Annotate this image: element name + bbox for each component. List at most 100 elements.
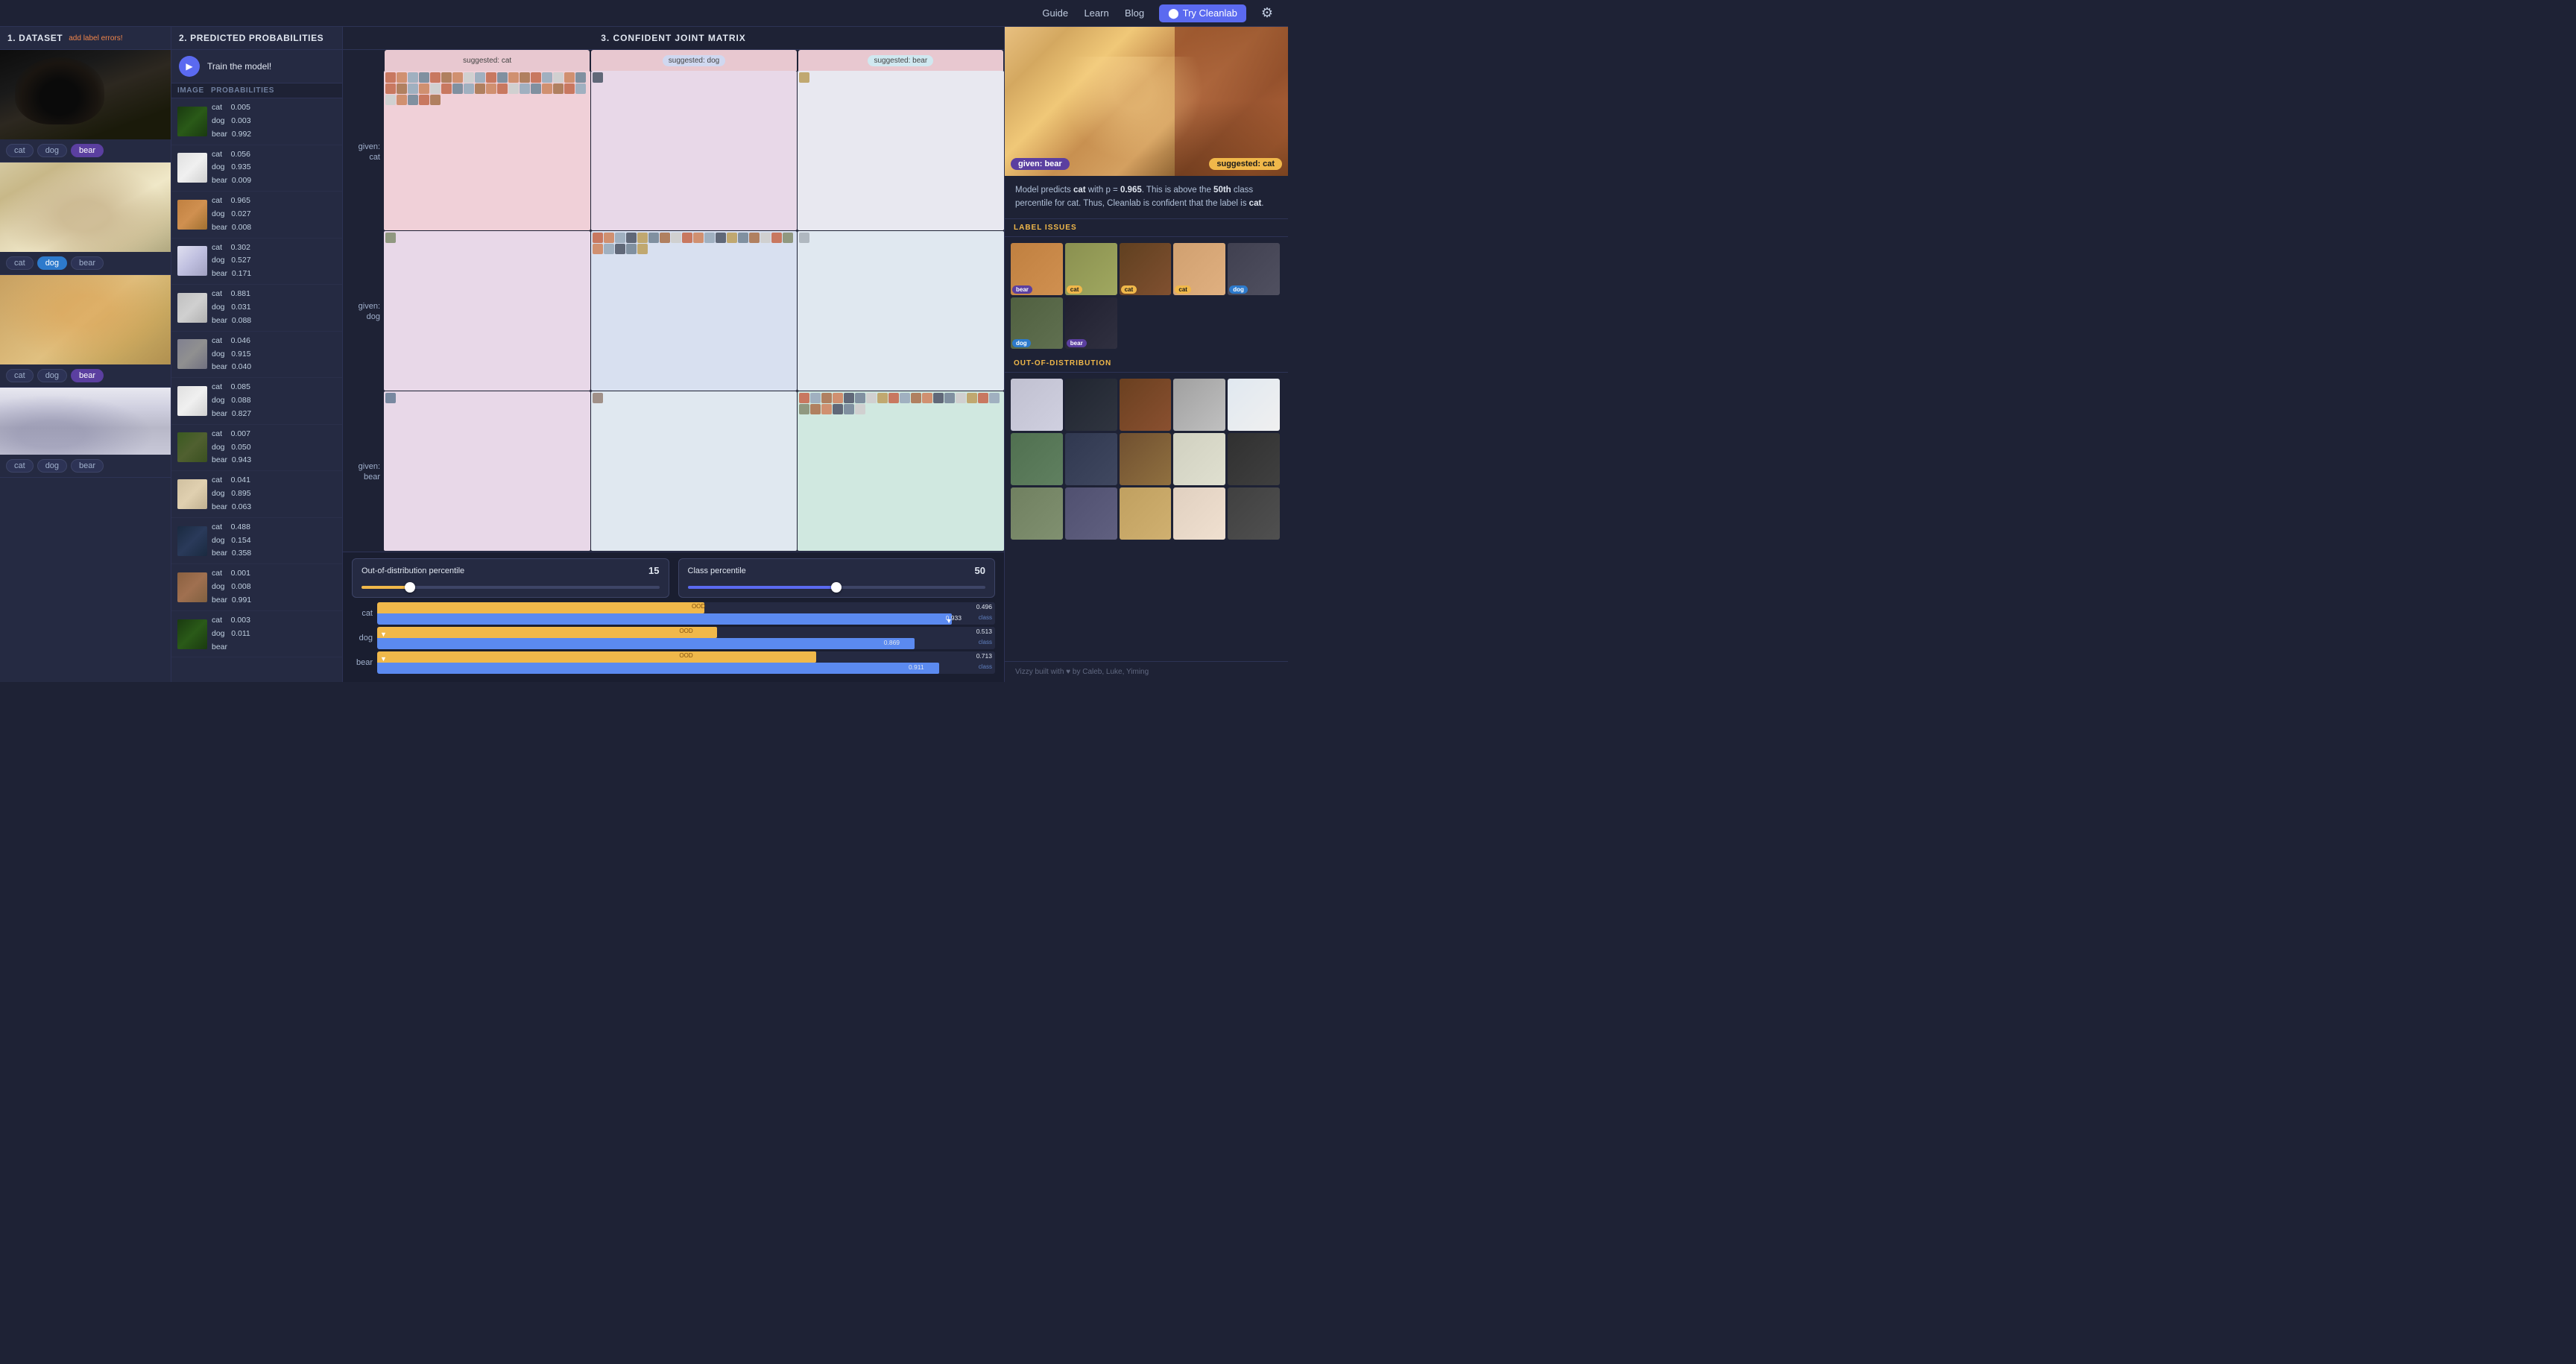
label-bear-1[interactable]: bear	[71, 144, 104, 157]
prob-row-3[interactable]: cat 0.302 dog 0.527 bear 0.171	[171, 239, 342, 285]
ood-item-4[interactable]	[1228, 379, 1280, 431]
ood-bar-cat-label: cat	[352, 609, 373, 618]
dataset-image-dog[interactable]	[0, 162, 171, 252]
label-bear-2[interactable]: bear	[71, 256, 104, 270]
matrix-container: given:cat given:dog given:bear suggested…	[343, 50, 1004, 552]
matrix-grid: suggested: cat suggested: dog suggested:…	[384, 50, 1004, 552]
try-cleanlab-button[interactable]: ⬤ Try Cleanlab	[1159, 4, 1246, 22]
ood-fill-cat	[377, 602, 704, 613]
dataset-image-cat[interactable]	[0, 275, 171, 364]
label-dog-2[interactable]: dog	[37, 256, 67, 270]
ood-item-1[interactable]	[1065, 379, 1117, 431]
ood-item-2[interactable]	[1120, 379, 1172, 431]
prob-values-2: cat 0.965 dog 0.027 bear 0.008	[212, 195, 336, 235]
cell-dog-bear[interactable]	[798, 231, 1004, 391]
issue-item-2[interactable]: cat	[1120, 243, 1172, 295]
prob-thumb-9	[177, 526, 207, 556]
issue-item-5[interactable]: dog	[1011, 297, 1063, 350]
ood-bar-dog-ood-text: OOD	[679, 628, 692, 634]
ood-bar-cat-ood-text: OOD	[692, 603, 705, 610]
cell-cat-bear[interactable]	[798, 71, 1004, 230]
prob-thumb-6	[177, 386, 207, 416]
settings-icon[interactable]: ⚙	[1261, 5, 1273, 21]
ood-item-13[interactable]	[1173, 487, 1225, 540]
prob-row-6[interactable]: cat 0.085 dog 0.088 bear 0.827	[171, 378, 342, 425]
ood-item-14[interactable]	[1228, 487, 1280, 540]
prob-row-7[interactable]: cat 0.007 dog 0.050 bear 0.943	[171, 425, 342, 472]
ood-percentile-slider[interactable]	[362, 586, 660, 589]
ood-bar-cat-class: class 0.933 ▼	[377, 613, 995, 625]
dataset-subtitle: add label errors!	[69, 34, 122, 42]
cell-bear-cat[interactable]	[384, 391, 590, 551]
class-percentile-slider[interactable]	[688, 586, 986, 589]
prediction-text: Model predicts cat with p = 0.965. This …	[1005, 176, 1288, 219]
label-bear-4[interactable]: bear	[71, 459, 104, 473]
prob-thumb-1	[177, 153, 207, 183]
prob-row-9[interactable]: cat 0.488 dog 0.154 bear 0.358	[171, 518, 342, 565]
cell-dog-dog[interactable]	[591, 231, 798, 391]
label-dog-1[interactable]: dog	[37, 144, 67, 157]
ood-item-12[interactable]	[1120, 487, 1172, 540]
issue-item-6[interactable]: bear	[1065, 297, 1117, 350]
row-label-cat: given:cat	[347, 142, 380, 163]
issue-item-0[interactable]: bear	[1011, 243, 1063, 295]
cell-cat-cat[interactable]	[384, 71, 590, 230]
train-model-button[interactable]: ▶	[179, 56, 200, 77]
ood-item-8[interactable]	[1173, 433, 1225, 485]
given-label-tag: given: bear	[1011, 158, 1070, 170]
prob-row-2[interactable]: cat 0.965 dog 0.027 bear 0.008	[171, 192, 342, 239]
probs-table: IMAGE PROBABILITIES cat 0.005 dog 0.003 …	[171, 83, 342, 657]
ood-item-11[interactable]	[1065, 487, 1117, 540]
cell-dog-cat[interactable]	[384, 231, 590, 391]
panel-predicted-probabilities: 2. PREDICTED PROBABILITIES ▶ Train the m…	[171, 27, 343, 682]
label-cat-2[interactable]: cat	[6, 256, 34, 270]
prob-row-4[interactable]: cat 0.881 dog 0.031 bear 0.088	[171, 285, 342, 332]
ood-item-7[interactable]	[1120, 433, 1172, 485]
label-cat-3[interactable]: cat	[6, 369, 34, 382]
prob-row-0[interactable]: cat 0.005 dog 0.003 bear 0.992	[171, 98, 342, 145]
dataset-image-car[interactable]	[0, 388, 171, 455]
matrix-row-bear	[384, 391, 1004, 551]
issue-item-3[interactable]: cat	[1173, 243, 1225, 295]
nav-guide[interactable]: Guide	[1042, 7, 1068, 19]
issue-tag-0: bear	[1012, 285, 1032, 294]
right-main-image[interactable]	[1005, 27, 1288, 176]
ood-item-3[interactable]	[1173, 379, 1225, 431]
issue-item-4[interactable]: dog	[1228, 243, 1280, 295]
cell-bear-bear[interactable]	[798, 391, 1004, 551]
ood-fill-bear	[377, 651, 816, 663]
ood-item-9[interactable]	[1228, 433, 1280, 485]
prob-thumb-8	[177, 479, 207, 509]
suggested-label-tag: suggested: cat	[1209, 158, 1282, 170]
nav-blog[interactable]: Blog	[1125, 7, 1144, 19]
label-cat-4[interactable]: cat	[6, 459, 34, 473]
prob-row-1[interactable]: cat 0.056 dog 0.935 bear 0.009	[171, 145, 342, 192]
dataset-image-bear[interactable]	[0, 50, 171, 139]
cell-cat-dog[interactable]	[591, 71, 798, 230]
label-dog-4[interactable]: dog	[37, 459, 67, 473]
ood-item-6[interactable]	[1065, 433, 1117, 485]
label-dog-3[interactable]: dog	[37, 369, 67, 382]
ood-bar-bear-val-ood: 0.713	[976, 652, 992, 660]
class-percentile-value: 50	[975, 565, 985, 576]
panel-matrix: 3. CONFIDENT JOINT MATRIX given:cat give…	[343, 27, 1005, 682]
issue-item-1[interactable]: cat	[1065, 243, 1117, 295]
nav-learn[interactable]: Learn	[1084, 7, 1108, 19]
ood-item-0[interactable]	[1011, 379, 1063, 431]
issue-tag-6: bear	[1067, 339, 1087, 347]
row-label-dog: given:dog	[347, 301, 380, 323]
prob-thumb-5	[177, 339, 207, 369]
prob-thumb-11	[177, 619, 207, 649]
class-fill-bear	[377, 663, 939, 674]
ood-item-10[interactable]	[1011, 487, 1063, 540]
col-header-bear: suggested: bear	[798, 50, 1003, 71]
cell-bear-dog[interactable]	[591, 391, 798, 551]
label-cat-1[interactable]: cat	[6, 144, 34, 157]
ood-item-5[interactable]	[1011, 433, 1063, 485]
prob-row-11[interactable]: cat 0.003 dog 0.011 bear	[171, 611, 342, 658]
prob-row-5[interactable]: cat 0.046 dog 0.915 bear 0.040	[171, 332, 342, 379]
prob-row-10[interactable]: cat 0.001 dog 0.008 bear 0.991	[171, 564, 342, 611]
label-bear-3[interactable]: bear	[71, 369, 104, 382]
ood-section: Out-of-distribution percentile 15 Class …	[343, 552, 1004, 682]
prob-row-8[interactable]: cat 0.041 dog 0.895 bear 0.063	[171, 471, 342, 518]
